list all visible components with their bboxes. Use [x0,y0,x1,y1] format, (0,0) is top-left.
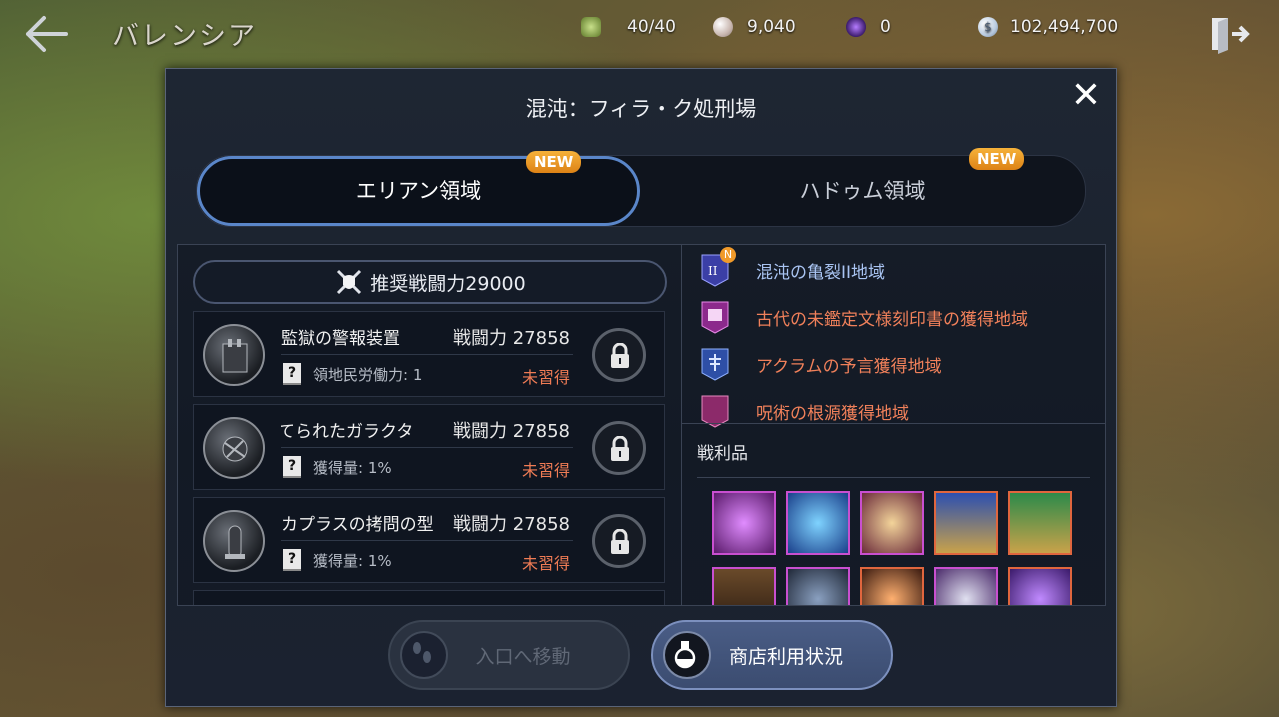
tab-elian-label: エリアン領域 [355,179,482,203]
gold-relic-icon[interactable] [860,491,924,555]
tab-elian[interactable]: エリアン領域 NEW [197,151,640,226]
silver-coin-icon: $ [978,17,998,37]
energy-value: 40/40 [627,17,676,37]
n-badge: N [720,247,736,263]
new-badge: NEW [969,148,1025,170]
pearl-icon [713,17,733,37]
silver-value: 102,494,700 [1010,17,1119,37]
location-name: バレンシア [112,21,257,52]
lock-icon[interactable] [592,421,646,475]
pearl-resource: 9,040 [713,14,796,40]
monster-name: 捨てられたガラクタ [281,422,414,442]
region-item[interactable]: アクラムの予言獲得地域 [700,347,942,381]
prophecy-icon [700,347,730,381]
torture-device-icon [203,510,265,572]
green-scroll-icon[interactable] [1008,491,1072,555]
region-label: 混沌の亀裂II地域 [756,262,886,283]
violet-orb-icon[interactable] [1008,567,1072,605]
potion-icon [663,631,711,679]
monster-status: 未習得 [522,368,571,387]
loot-divider [697,477,1090,478]
section-divider [682,423,1105,424]
scroll-icon [700,300,730,334]
region-info-panel: II N 混沌の亀裂II地域 古代の未鑑定文様刻印書の獲得地域 アクラムの予言獲… [681,244,1106,606]
armor-icon[interactable] [934,567,998,605]
recommended-power: 推奨戦闘力29000 [193,260,667,304]
monster-power: 戦闘力 27858 [453,514,570,535]
lock-icon[interactable] [592,328,646,382]
row-divider [281,447,573,448]
silver-resource: $ 102,494,700 [978,14,1118,40]
row-divider [281,354,573,355]
row-divider [281,540,573,541]
monster-detail: 獲得量: 1% [313,552,392,570]
dark-orb-icon[interactable] [786,567,850,605]
pearl-value: 9,040 [747,17,796,37]
monster-power: 戦闘力 27858 [453,328,570,349]
monster-list-panel: 推奨戦闘力29000 監獄の警報装置 戦闘力 27858 ? 領地民労働力: 1… [177,244,682,606]
shop-status-button[interactable]: 商店利用状況 [651,620,893,690]
energy-icon [581,17,601,37]
back-arrow-icon[interactable] [24,14,70,54]
recommended-power-text: 推奨戦闘力29000 [370,272,526,295]
crystal-icon [846,17,866,37]
monster-name: 監獄の警報装置 [281,329,400,349]
footprints-icon [400,631,448,679]
unknown-item-icon: ? [283,456,301,478]
shop-button-label: 商店利用状況 [728,645,843,668]
exit-icon[interactable] [1210,14,1250,54]
crystal-value: 0 [880,17,891,37]
region-label: 古代の未鑑定文様刻印書の獲得地域 [756,309,1028,330]
blue-crystal-icon[interactable] [786,491,850,555]
rift-icon: II N [700,247,736,287]
chest-icon[interactable] [712,567,776,605]
crystal-resource: 0 [846,14,891,40]
move-to-entrance-button[interactable]: 入口へ移動 [388,620,630,690]
region-label: アクラムの予言獲得地域 [756,356,942,377]
monster-status: 未習得 [522,554,571,573]
close-icon[interactable]: ✕ [1069,78,1103,114]
region-label: 呪術の根源獲得地域 [756,403,909,424]
alarm-device-icon [203,324,265,386]
unknown-item-icon: ? [283,363,301,385]
top-bar: バレンシア 40/40 9,040 0 $ 102,494,700 [0,0,1279,56]
monster-detail: 獲得量: 1% [313,459,392,477]
junk-creature-icon [203,417,265,479]
modal-title: 混沌：フィラ・ク処刑場 [525,97,757,121]
purple-essence-icon[interactable] [712,491,776,555]
energy-resource: 40/40 [581,14,676,40]
monster-row[interactable]: カプラスの拷問の型 戦闘力 27858 ? 獲得量: 1% 未習得 [193,497,665,583]
monster-row[interactable] [193,590,665,605]
lock-icon[interactable] [592,514,646,568]
monster-status: 未習得 [522,461,571,480]
region-item[interactable]: 古代の未鑑定文様刻印書の獲得地域 [700,300,1028,334]
unknown-item-icon: ? [283,549,301,571]
fire-orb-icon[interactable] [860,567,924,605]
monster-detail: 領地民労働力: 1 [313,366,423,384]
monster-row[interactable]: 捨てられたガラクタ 戦闘力 27858 ? 獲得量: 1% 未習得 [193,404,665,490]
monster-name: カプラスの拷問の型 [281,515,434,535]
monster-power: 戦闘力 27858 [453,421,570,442]
region-item[interactable]: II N 混沌の亀裂II地域 [700,247,886,287]
region-tabs: エリアン領域 NEW ハドゥム領域 NEW [196,148,1086,227]
tab-hadum-label: ハドゥム領域 [799,179,926,203]
svg-text:II: II [708,264,718,278]
crossed-swords-icon [337,269,362,295]
dungeon-info-modal: 混沌：フィラ・ク処刑場 ✕ エリアン領域 NEW ハドゥム領域 NEW 推奨戦闘… [165,68,1117,707]
blue-scroll-icon[interactable] [934,491,998,555]
monster-row[interactable]: 監獄の警報装置 戦闘力 27858 ? 領地民労働力: 1 未習得 [193,311,665,397]
tab-hadum[interactable]: ハドゥム領域 NEW [640,148,1085,226]
loot-title: 戦利品 [697,444,748,464]
new-badge: NEW [526,151,582,173]
move-button-label: 入口へ移動 [475,645,571,668]
